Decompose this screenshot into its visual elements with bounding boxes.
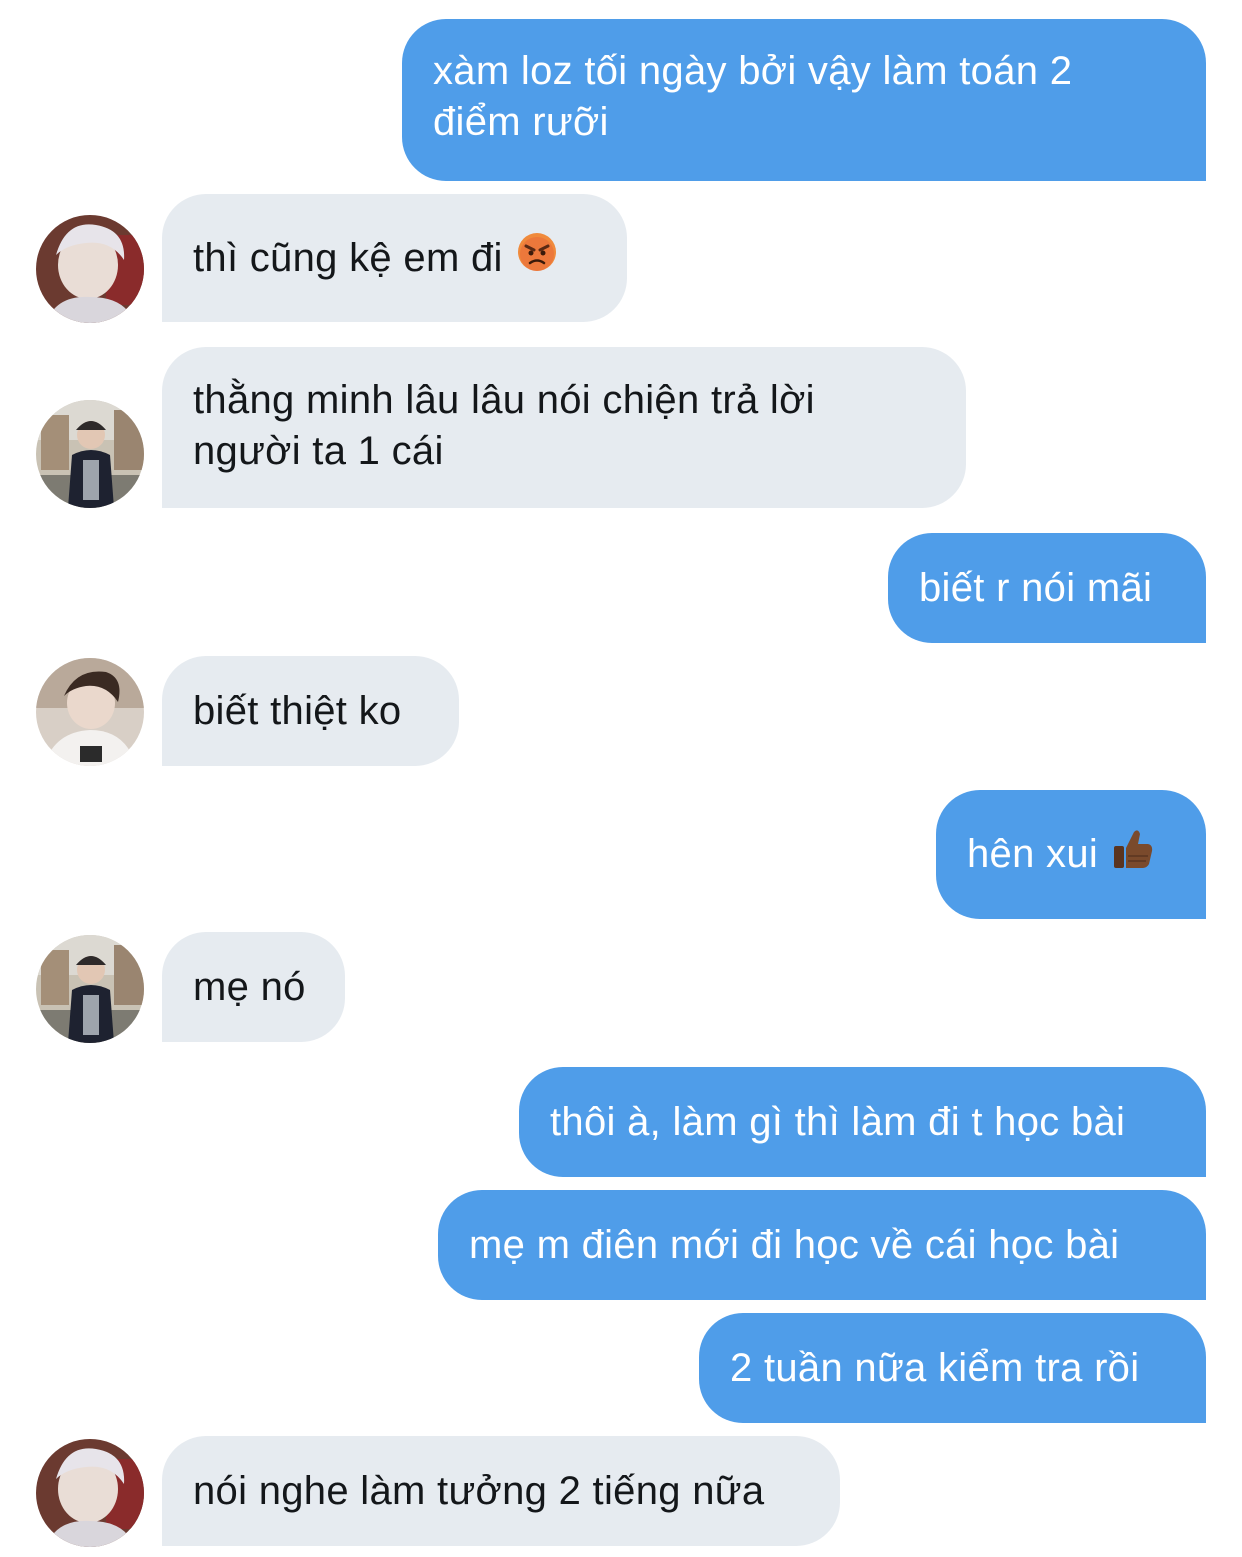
- message-text: biết r nói mãi: [919, 565, 1153, 610]
- message-text: nói nghe làm tưởng 2 tiếng nữa: [193, 1468, 765, 1513]
- message-bubble-sent[interactable]: biết r nói mãi: [888, 533, 1206, 643]
- message-text: thôi à, làm gì thì làm đi t học bài: [550, 1099, 1126, 1144]
- avatar-white-shirt: [36, 658, 144, 766]
- avatar[interactable]: [36, 400, 144, 508]
- avatar-outdoor: [36, 935, 144, 1043]
- message-text: thì cũng kệ em đi: [193, 235, 503, 280]
- message-text-line: thằng minh lâu lâu nói chiện trả lời: [193, 378, 815, 422]
- message-bubble-sent[interactable]: hên xui: [936, 790, 1206, 919]
- message-bubble-sent[interactable]: 2 tuần nữa kiểm tra rồi: [699, 1313, 1206, 1423]
- message-text: hên xui: [967, 832, 1099, 876]
- message-text: biết thiệt ko: [193, 688, 402, 733]
- avatar[interactable]: [36, 658, 144, 766]
- message-bubble-sent[interactable]: mẹ m điên mới đi học về cái học bài: [438, 1190, 1206, 1300]
- message-text-line: người ta 1 cái: [193, 429, 444, 473]
- message-bubble-received[interactable]: biết thiệt ko: [162, 656, 459, 766]
- message-text: 2 tuần nữa kiểm tra rồi: [730, 1345, 1140, 1390]
- thumbs-up-icon: [1112, 826, 1154, 883]
- avatar-blonde: [36, 215, 144, 323]
- message-bubble-sent[interactable]: thôi à, làm gì thì làm đi t học bài: [519, 1067, 1206, 1177]
- message-bubble-received[interactable]: nói nghe làm tưởng 2 tiếng nữa: [162, 1436, 840, 1546]
- message-bubble-received[interactable]: mẹ nó: [162, 932, 345, 1042]
- message-bubble-sent[interactable]: xàm loz tối ngày bởi vậy làm toán 2 điểm…: [402, 19, 1206, 181]
- message-bubble-received[interactable]: thì cũng kệ em đi: [162, 194, 627, 322]
- avatar[interactable]: [36, 1439, 144, 1547]
- angry-face-icon: [517, 232, 557, 285]
- avatar[interactable]: [36, 935, 144, 1043]
- avatar[interactable]: [36, 215, 144, 323]
- message-text: mẹ nó: [193, 964, 306, 1009]
- message-text: xàm loz tối ngày bởi vậy làm toán 2 điểm…: [433, 49, 1073, 144]
- avatar-blonde: [36, 1439, 144, 1547]
- message-text: mẹ m điên mới đi học về cái học bài: [469, 1222, 1120, 1267]
- message-bubble-received[interactable]: thằng minh lâu lâu nói chiện trả lời ngư…: [162, 347, 966, 508]
- avatar-outdoor: [36, 400, 144, 508]
